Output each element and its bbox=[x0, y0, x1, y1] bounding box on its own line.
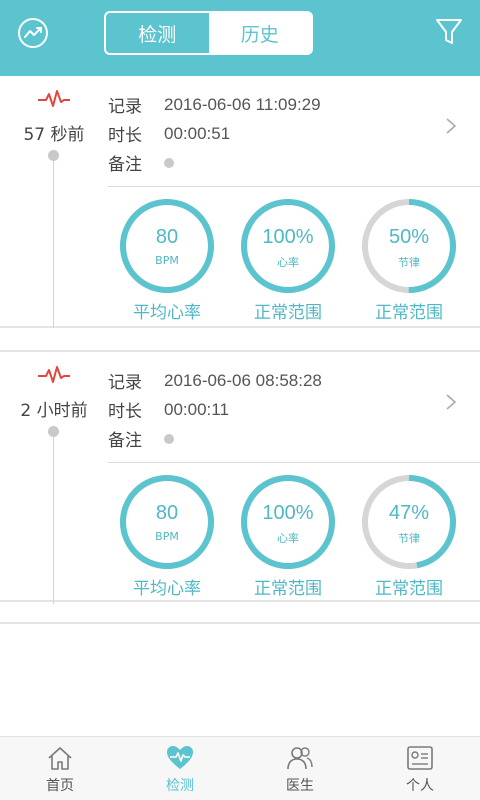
timeline-line bbox=[53, 161, 54, 328]
record-info: 记录 2016-06-06 08:58:28 时长 00:00:11 备注 bbox=[108, 366, 468, 453]
gauge-avg-heart-rate: 80 BPM bbox=[119, 474, 215, 570]
home-icon bbox=[48, 747, 72, 770]
profile-card-icon bbox=[407, 746, 433, 770]
heart-pulse-icon bbox=[167, 746, 193, 769]
tab-detect[interactable]: 检测 bbox=[106, 13, 209, 53]
gauge-caption: 正常范围 bbox=[375, 303, 443, 323]
gauge-caption: 平均心率 bbox=[133, 579, 201, 599]
tab-doctors[interactable]: 医生 bbox=[240, 737, 360, 800]
duration-label: 时长 bbox=[108, 126, 142, 146]
divider bbox=[108, 462, 480, 463]
gauge-value: 80 bbox=[155, 502, 179, 524]
tab-label: 检测 bbox=[166, 778, 194, 794]
list-end-divider bbox=[0, 622, 480, 624]
tab-label: 个人 bbox=[406, 778, 434, 794]
gauge-unit: BPM bbox=[155, 530, 179, 543]
filter-icon[interactable] bbox=[434, 16, 464, 48]
gauge-unit: 心率 bbox=[277, 256, 299, 269]
duration-label: 时长 bbox=[108, 402, 142, 422]
history-record-card[interactable]: 2 小时前 记录 2016-06-06 08:58:28 时长 00:00:11 备… bbox=[0, 350, 480, 604]
divider bbox=[108, 186, 480, 187]
tab-history[interactable]: 历史 bbox=[208, 13, 311, 53]
gauge-caption: 平均心率 bbox=[133, 303, 201, 323]
tab-home[interactable]: 首页 bbox=[0, 737, 120, 800]
gauge-unit: BPM bbox=[155, 254, 179, 267]
heartbeat-icon bbox=[38, 366, 70, 383]
timeline-dot bbox=[48, 150, 59, 161]
gauge-caption: 正常范围 bbox=[375, 579, 443, 599]
timeline-dot bbox=[48, 426, 59, 437]
record-datetime: 2016-06-06 08:58:28 bbox=[164, 370, 322, 390]
timeline-line bbox=[53, 437, 54, 604]
record-label: 记录 bbox=[108, 373, 142, 393]
gauge-heart-rate-normal: 100% 心率 bbox=[240, 198, 336, 294]
gauge-avg-heart-rate: 80 BPM bbox=[119, 198, 215, 294]
gauge-rhythm-normal: 50% 节律 bbox=[361, 198, 457, 294]
heartbeat-icon bbox=[38, 90, 70, 107]
note-label: 备注 bbox=[108, 155, 142, 175]
gauge-unit: 节律 bbox=[398, 256, 420, 269]
top-bar: 检测 历史 bbox=[0, 0, 480, 76]
gauge-caption: 正常范围 bbox=[254, 303, 322, 323]
tab-label: 医生 bbox=[286, 778, 314, 794]
note-indicator bbox=[164, 433, 174, 444]
doctors-icon bbox=[287, 747, 313, 770]
gauge-unit: 心率 bbox=[277, 532, 299, 545]
duration-value: 00:00:51 bbox=[164, 123, 231, 143]
record-info: 记录 2016-06-06 11:09:29 时长 00:00:51 备注 bbox=[108, 90, 468, 177]
record-datetime: 2016-06-06 11:09:29 bbox=[164, 94, 321, 114]
tab-profile[interactable]: 个人 bbox=[360, 737, 480, 800]
record-label: 记录 bbox=[108, 97, 142, 117]
gauge-heart-rate-normal: 100% 心率 bbox=[240, 474, 336, 570]
gauge-value: 100% bbox=[262, 502, 314, 524]
chevron-right-icon[interactable] bbox=[444, 392, 458, 412]
trend-chart-icon[interactable] bbox=[16, 16, 50, 50]
bottom-tab-bar: 首页 检测 医生 个人 bbox=[0, 736, 480, 800]
time-ago: 57 秒前 bbox=[23, 125, 85, 145]
history-list: 57 秒前 记录 2016-06-06 11:09:29 时长 00:00:51 备… bbox=[0, 76, 480, 736]
gauge-value: 50% bbox=[388, 226, 430, 248]
duration-value: 00:00:11 bbox=[164, 399, 229, 419]
tab-label: 首页 bbox=[46, 778, 74, 794]
note-label: 备注 bbox=[108, 431, 142, 451]
history-record-card[interactable]: 57 秒前 记录 2016-06-06 11:09:29 时长 00:00:51 备… bbox=[0, 76, 480, 328]
gauge-rhythm-normal: 47% 节律 bbox=[361, 474, 457, 570]
chevron-right-icon[interactable] bbox=[444, 116, 458, 136]
segmented-tabs: 检测 历史 bbox=[104, 11, 313, 55]
gauge-unit: 节律 bbox=[398, 532, 420, 545]
tab-detect-nav[interactable]: 检测 bbox=[120, 737, 240, 800]
gauge-caption: 正常范围 bbox=[254, 579, 322, 599]
time-ago: 2 小时前 bbox=[20, 401, 88, 421]
gauge-value: 47% bbox=[388, 502, 430, 524]
note-indicator bbox=[164, 157, 174, 168]
gauge-value: 100% bbox=[262, 226, 314, 248]
gauge-value: 80 bbox=[155, 226, 179, 248]
